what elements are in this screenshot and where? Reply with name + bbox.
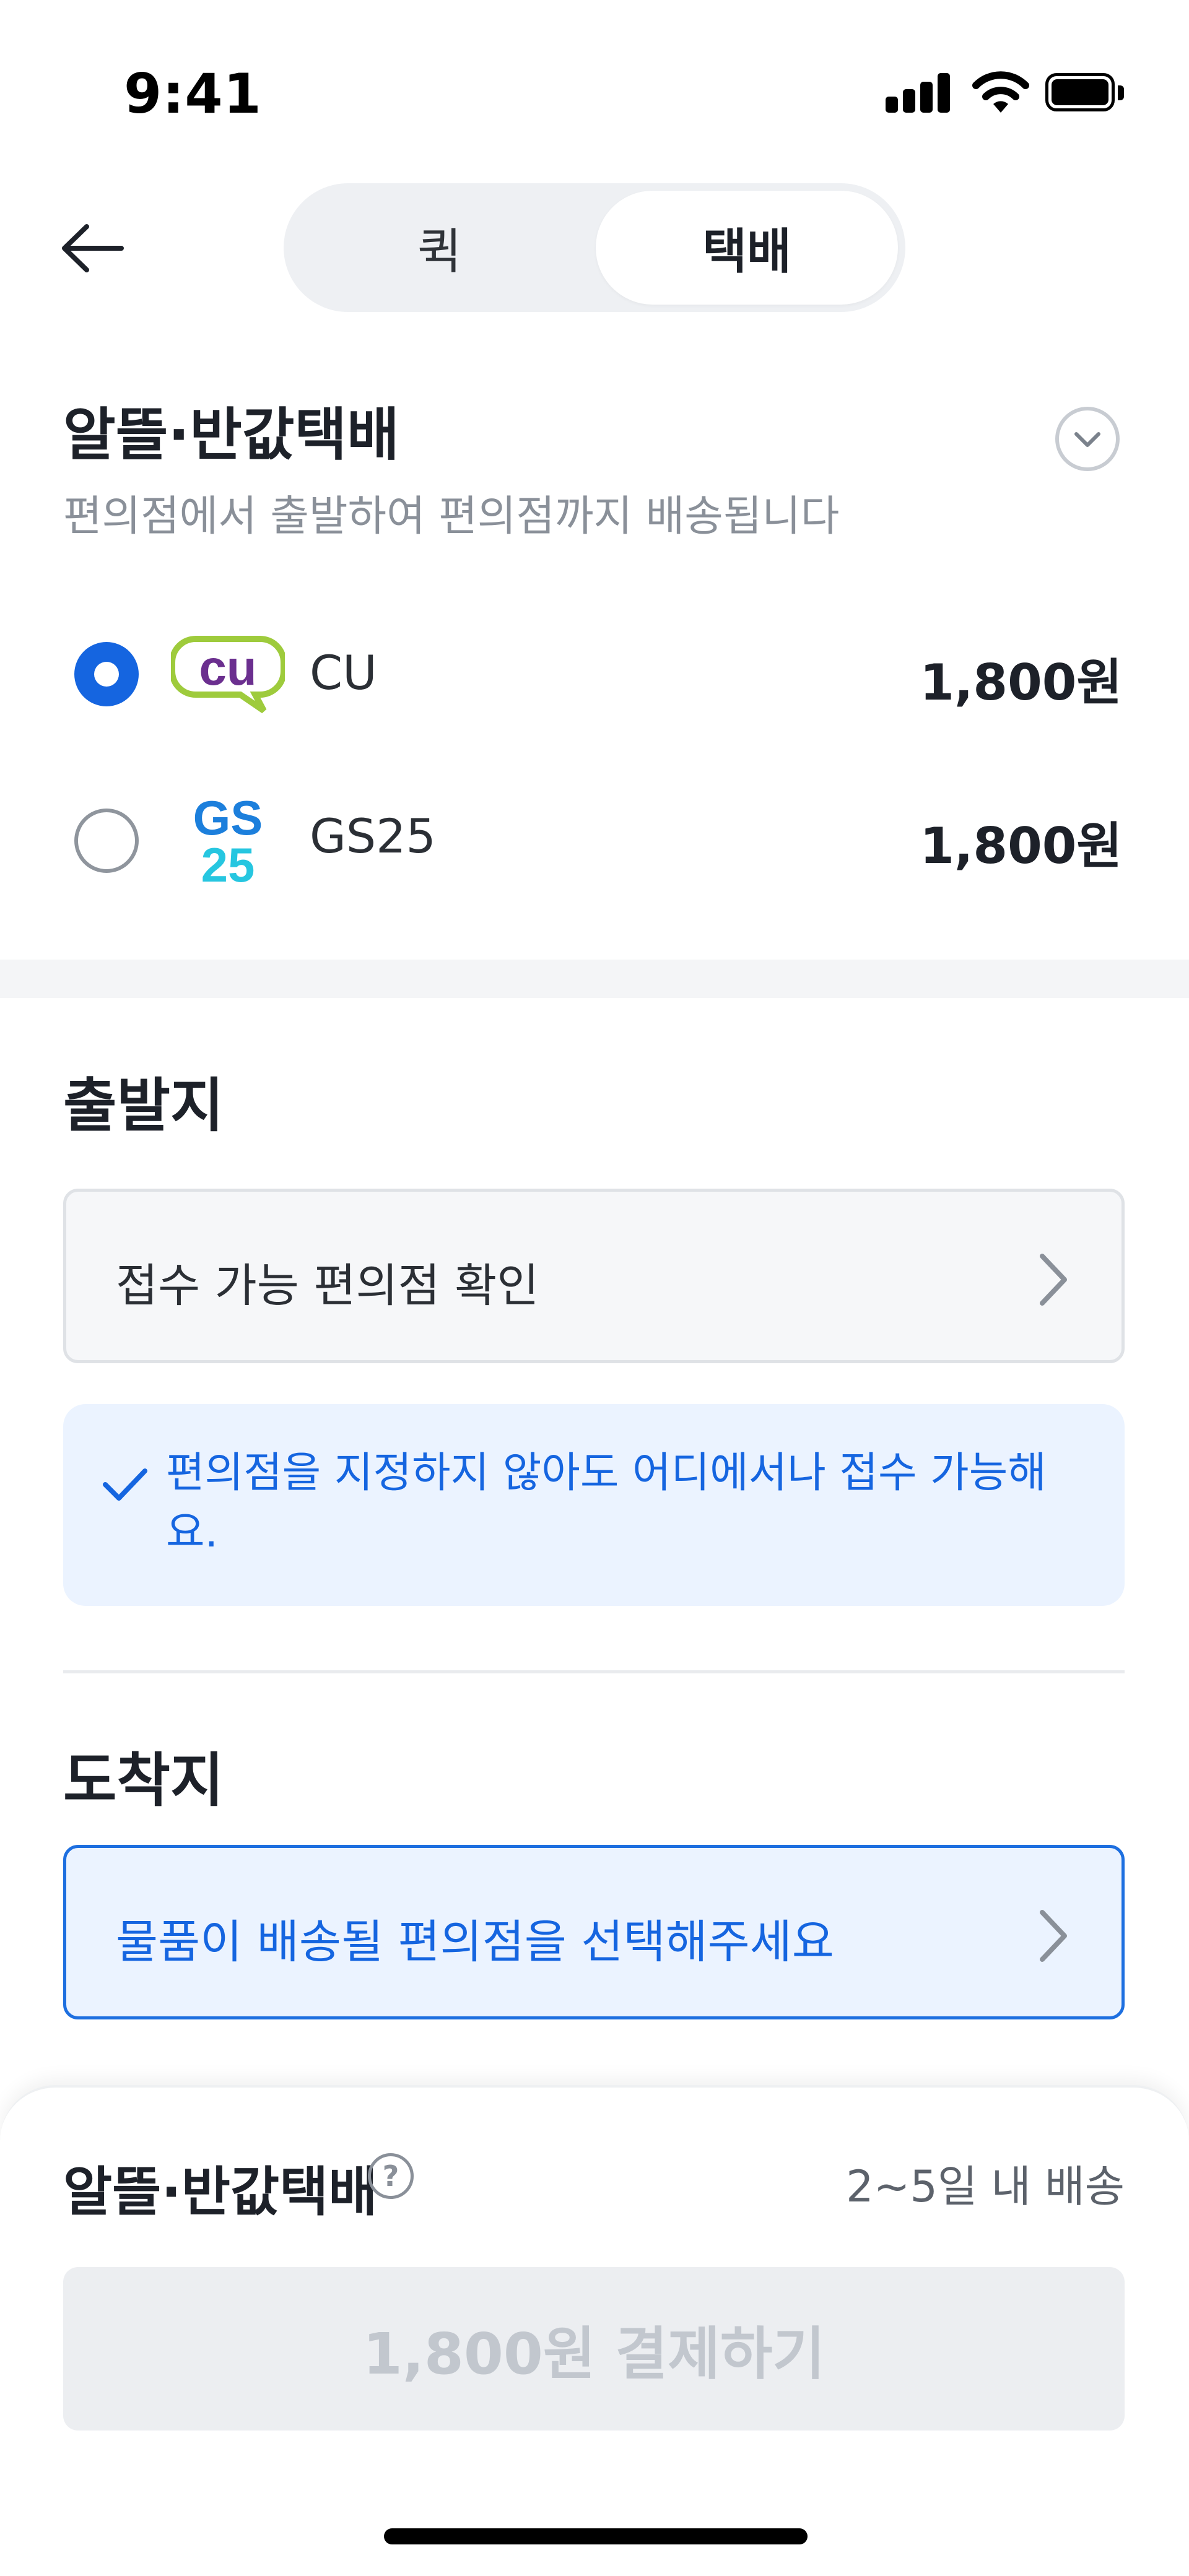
option-name: GS25 (310, 809, 436, 864)
divider (63, 1670, 1125, 1673)
service-subtitle: 편의점에서 출발하여 편의점까지 배송됩니다 (63, 492, 840, 541)
service-title: 알뜰·반값택배 (63, 402, 399, 468)
notice-text: 편의점을 지정하지 않아도 어디에서나 접수 가능해요. (166, 1449, 1047, 1557)
wifi-icon (972, 71, 1029, 113)
payment-sheet: 알뜰·반값택배 ? 2~5일 내 배송 1,800원 결제하기 (0, 2085, 1189, 2576)
departure-field-label: 접수 가능 편의점 확인 (116, 1259, 539, 1312)
help-icon[interactable]: ? (368, 2153, 414, 2199)
section-divider (0, 960, 1189, 998)
delivery-type-toggle: 퀵 택배 (284, 183, 905, 312)
arrival-store-field[interactable]: 물품이 배송될 편의점을 선택해주세요 (63, 1845, 1125, 2019)
option-price: 1,800원 (920, 654, 1122, 711)
sheet-title: 알뜰·반값택배 (63, 2161, 378, 2223)
pay-button[interactable]: 1,800원 결제하기 (63, 2267, 1125, 2431)
home-indicator (384, 2528, 808, 2544)
back-arrow-icon[interactable] (59, 220, 128, 276)
option-cu[interactable]: cu CU 1,800원 (0, 607, 1189, 743)
arrival-title: 도착지 (63, 1747, 224, 1815)
battery-icon (1045, 73, 1127, 114)
chevron-down-icon (1074, 432, 1100, 447)
tab-quick[interactable]: 퀵 (291, 191, 588, 305)
cu-logo: cu (171, 636, 285, 714)
option-name: CU (310, 645, 377, 700)
radio-selected[interactable] (74, 642, 139, 706)
collapse-button[interactable] (1055, 407, 1120, 471)
delivery-eta: 2~5일 내 배송 (846, 2161, 1125, 2212)
departure-notice: 편의점을 지정하지 않아도 어디에서나 접수 가능해요. (63, 1404, 1125, 1606)
departure-title: 출발지 (63, 1072, 224, 1140)
option-price: 1,800원 (920, 817, 1122, 875)
cellular-signal-icon (886, 73, 950, 113)
gs25-logo: GS 25 (193, 794, 263, 887)
radio-unselected[interactable] (74, 809, 139, 873)
arrival-field-label: 물품이 배송될 편의점을 선택해주세요 (116, 1915, 834, 1969)
chevron-right-icon (1040, 1910, 1067, 1962)
tab-parcel[interactable]: 택배 (596, 191, 898, 305)
check-icon (103, 1468, 147, 1501)
option-gs25[interactable]: GS 25 GS25 1,800원 (0, 771, 1189, 908)
svg-text:cu: cu (199, 640, 256, 695)
svg-text:25: 25 (201, 838, 255, 887)
status-time: 9:41 (124, 62, 262, 126)
departure-store-field[interactable]: 접수 가능 편의점 확인 (63, 1189, 1125, 1363)
chevron-right-icon (1040, 1254, 1067, 1306)
